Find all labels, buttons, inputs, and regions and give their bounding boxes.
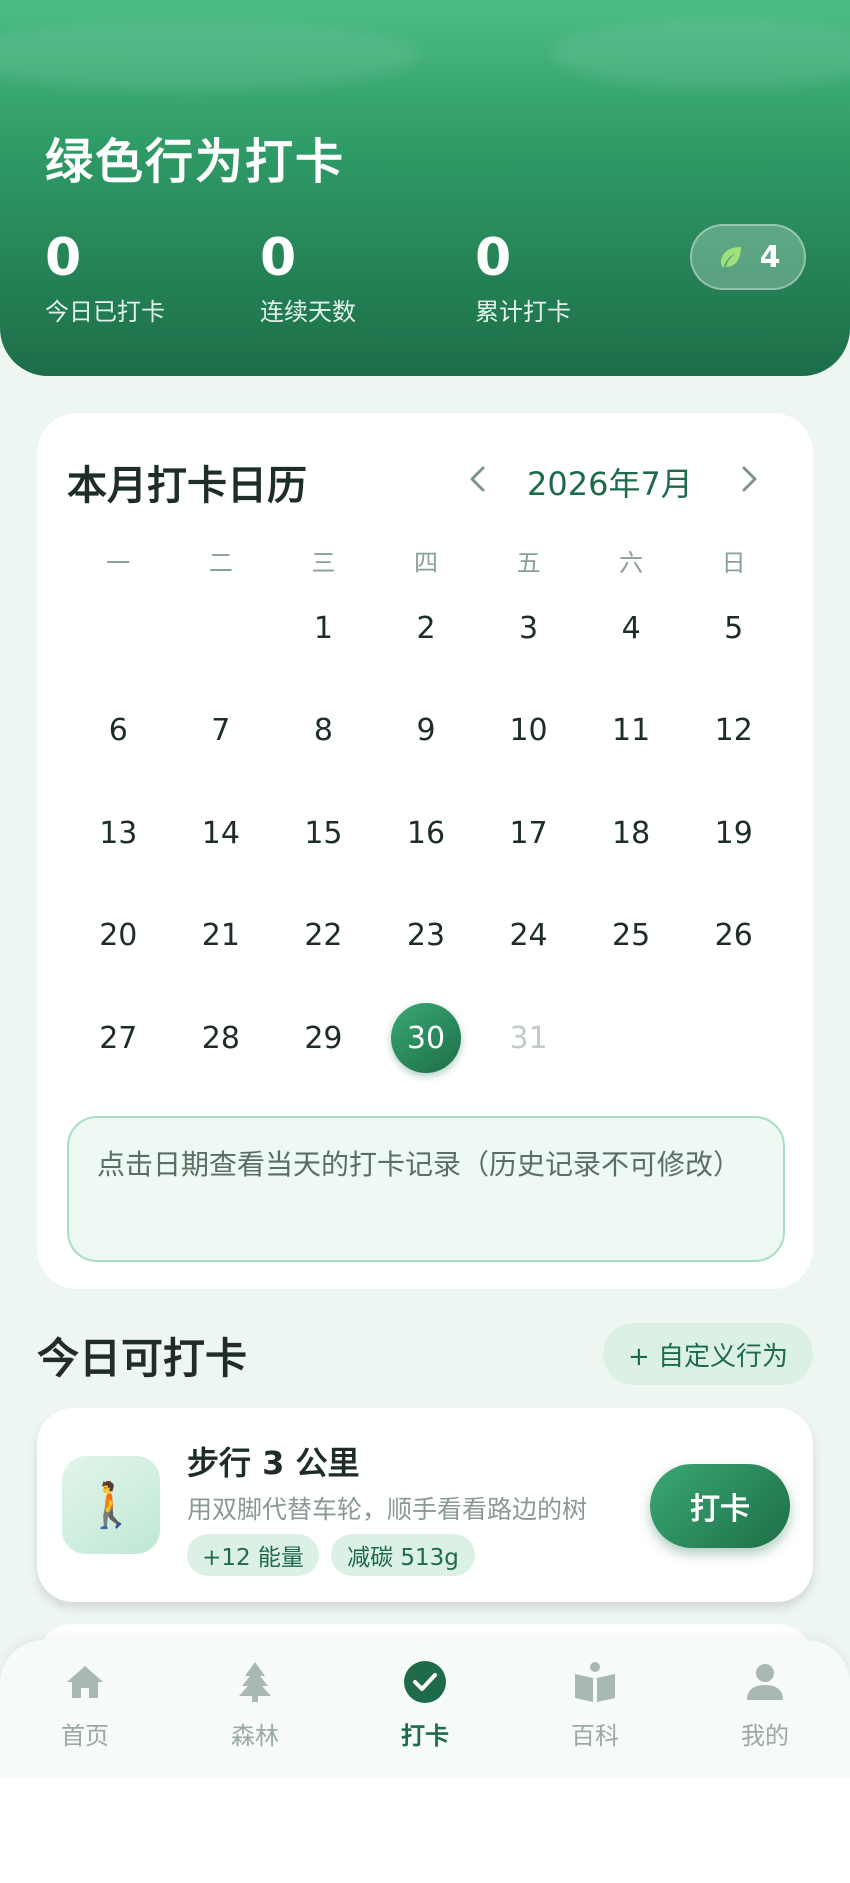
weekday-label: 六 [619,549,644,577]
calendar-day[interactable]: 2 [391,593,461,663]
calendar-day[interactable]: 5 [699,593,769,663]
tab-home[interactable]: 首页 [35,1658,135,1751]
calendar-day[interactable]: 19 [699,798,769,868]
calendar-card: 本月打卡日历 2026年7月 一 二 三 四 五 六 日 1 2 3 4 5 6 7 8 9 10… [37,413,813,1289]
user-icon [747,1664,783,1700]
calendar-month: 2026年7月 [527,465,693,503]
calendar-title: 本月打卡日历 [67,463,307,509]
weekday-label: 一 [106,549,131,577]
calendar-day-today[interactable]: 30 [391,1003,461,1073]
calendar-day[interactable]: 6 [83,696,153,766]
calendar-day[interactable]: 15 [288,798,358,868]
calendar-day[interactable]: 9 [391,696,461,766]
tab-label: 我的 [741,1722,789,1750]
calendar-day[interactable]: 1 [288,593,358,663]
calendar-day[interactable]: 8 [288,696,358,766]
weekday-label: 四 [413,549,438,577]
calendar-day[interactable]: 18 [596,798,666,868]
stat-value: 0 [45,228,82,288]
action-name: 步行 3 公里 [187,1444,360,1482]
calendar-day[interactable]: 13 [83,798,153,868]
action-card: 🚶 步行 3 公里 用双脚代替车轮，顺手看看路边的树 +12 能量 减碳 513… [37,1408,813,1602]
stat-label: 累计打卡 [475,298,571,326]
stat-value: 0 [260,228,297,288]
walking-icon: 🚶 [62,1456,160,1554]
tab-checkin[interactable]: 打卡 [375,1658,475,1751]
home-icon [67,1666,103,1698]
energy-count: 4 [759,239,781,275]
energy-tag: +12 能量 [187,1534,319,1576]
leaf-icon [720,247,741,269]
weekday-label: 日 [721,549,746,577]
stat-label: 连续天数 [260,298,356,326]
calendar-day[interactable]: 23 [391,901,461,971]
check-circle-icon [404,1661,446,1703]
calendar-day[interactable]: 21 [186,901,256,971]
stat-today-checkins: 0 今日已打卡 [45,228,165,327]
tree-icon [239,1662,271,1702]
book-icon [575,1662,615,1702]
calendar-day[interactable]: 3 [494,593,564,663]
stat-streak-days: 0 连续天数 [260,228,356,327]
prev-month-button[interactable] [460,461,496,497]
add-custom-action-button[interactable]: + 自定义行为 [603,1323,813,1385]
tab-forest[interactable]: 森林 [205,1658,305,1751]
tab-encyclopedia[interactable]: 百科 [545,1658,645,1751]
header: 绿色行为打卡 0 今日已打卡 0 连续天数 0 累计打卡 4 [0,0,850,376]
weekday-label: 二 [208,549,233,577]
chevron-left-icon [470,466,485,492]
weekday-label: 三 [311,549,336,577]
calendar-day[interactable]: 12 [699,696,769,766]
calendar-day[interactable]: 10 [494,696,564,766]
stat-total-checkins: 0 累计打卡 [475,228,571,327]
stat-value: 0 [475,228,512,288]
calendar-day[interactable]: 17 [494,798,564,868]
page-title: 绿色行为打卡 [45,134,346,190]
calendar-day[interactable]: 31 [494,1003,564,1073]
calendar-day[interactable]: 28 [186,1003,256,1073]
calendar-day[interactable]: 16 [391,798,461,868]
calendar-day[interactable]: 11 [596,696,666,766]
calendar-day[interactable]: 14 [186,798,256,868]
calendar-day[interactable]: 22 [288,901,358,971]
carbon-tag: 减碳 513g [331,1534,475,1576]
header-decoration [0,20,420,90]
bottom-tab-bar: 首页 森林 打卡 百科 我的 [0,1640,850,1778]
section-title: 今日可打卡 [37,1334,248,1383]
calendar-day[interactable]: 29 [288,1003,358,1073]
stat-label: 今日已打卡 [45,298,165,326]
calendar-day[interactable]: 4 [596,593,666,663]
next-month-button[interactable] [731,461,767,497]
calendar-day[interactable]: 24 [494,901,564,971]
calendar-day[interactable]: 26 [699,901,769,971]
calendar-day[interactable]: 20 [83,901,153,971]
tab-label: 百科 [571,1722,619,1750]
weekday-label: 五 [516,549,541,577]
calendar-day[interactable]: 27 [83,1003,153,1073]
energy-badge[interactable]: 4 [690,224,806,290]
calendar-day[interactable]: 25 [596,901,666,971]
action-emoji: 🚶 [83,1480,139,1531]
header-decoration [550,18,850,88]
weekday-header: 一 二 三 四 五 六 日 [67,543,785,578]
tab-profile[interactable]: 我的 [715,1658,815,1751]
app-screen: 绿色行为打卡 0 今日已打卡 0 连续天数 0 累计打卡 4 本月打卡日历 20… [0,0,850,1778]
tab-label: 打卡 [401,1722,449,1750]
tab-label: 首页 [61,1722,109,1750]
calendar-hint: 点击日期查看当天的打卡记录（历史记录不可修改） [67,1116,785,1262]
checkin-button[interactable]: 打卡 [650,1464,790,1548]
tab-label: 森林 [231,1722,279,1750]
calendar-day[interactable]: 7 [186,696,256,766]
chevron-right-icon [742,466,757,492]
action-description: 用双脚代替车轮，顺手看看路边的树 [187,1495,588,1524]
